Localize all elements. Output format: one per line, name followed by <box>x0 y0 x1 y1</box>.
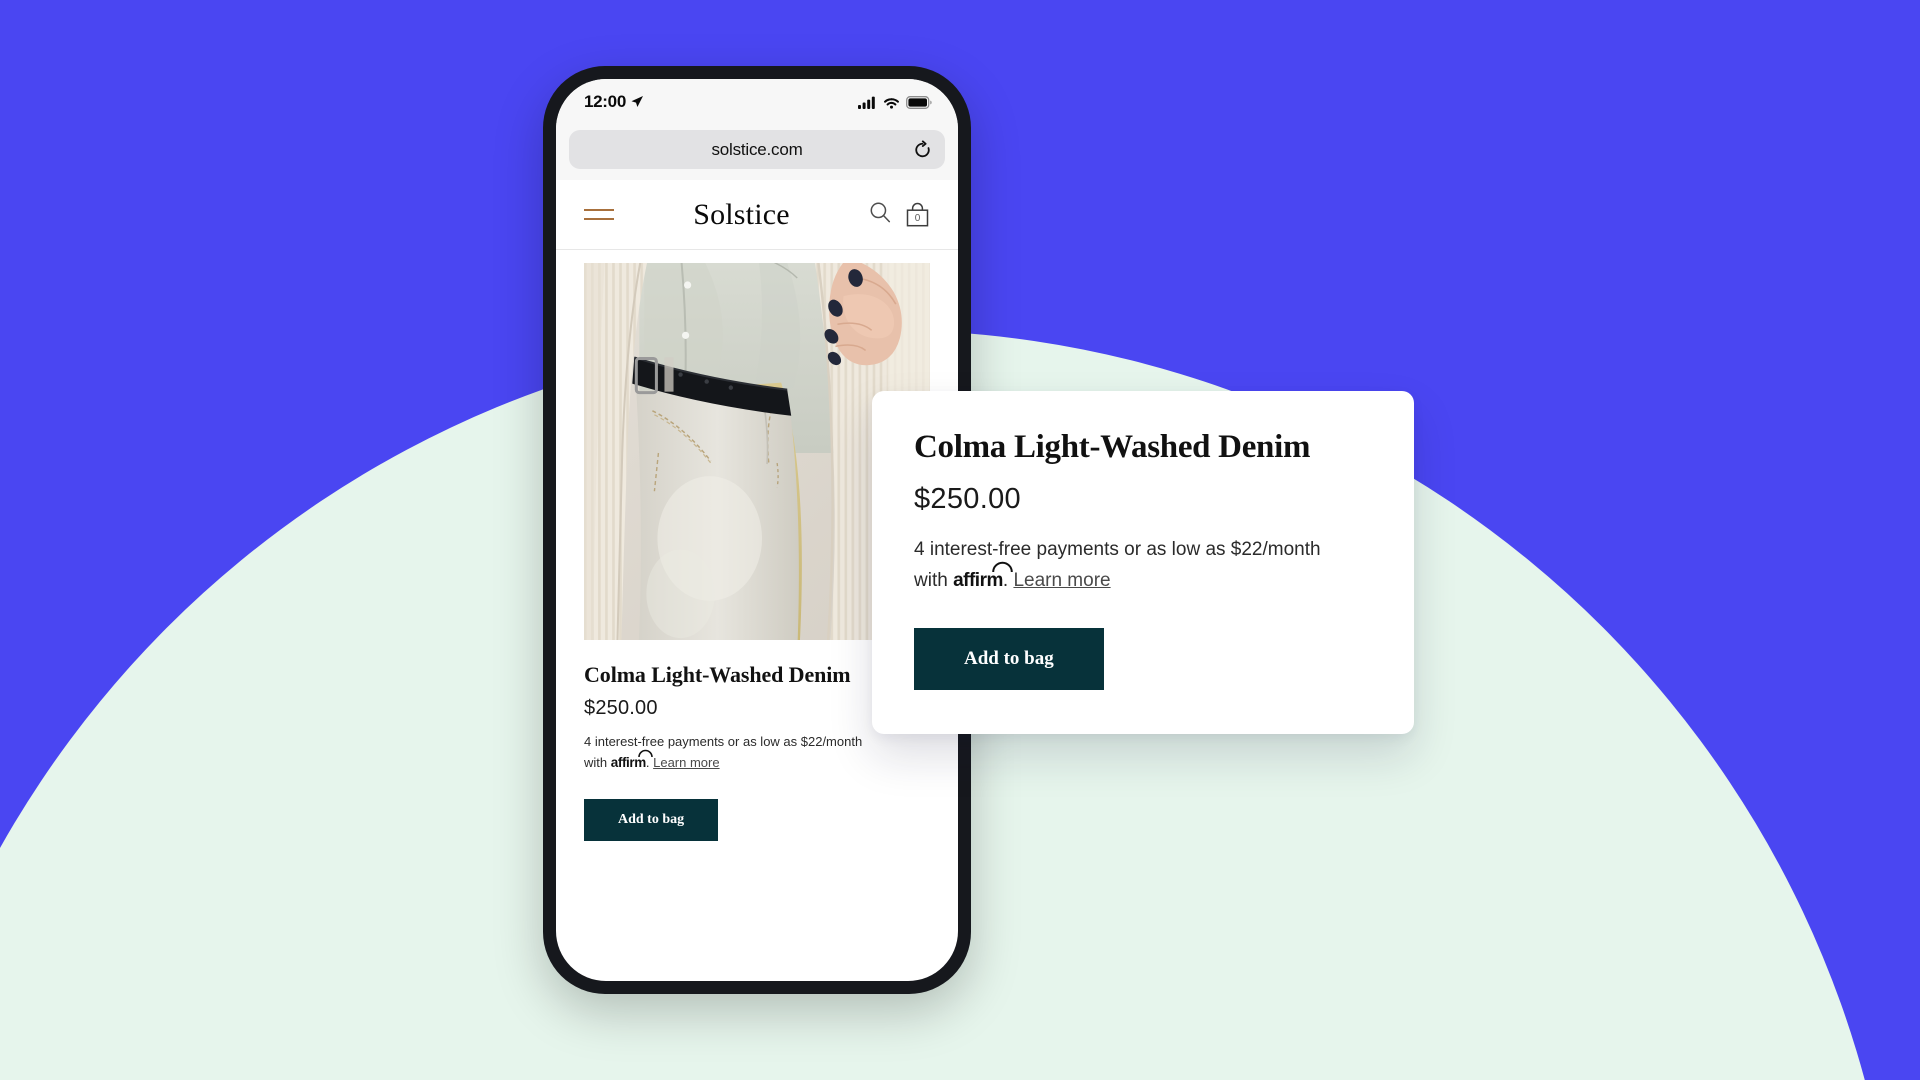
card-affirm-period: . <box>1002 569 1009 591</box>
card-affirm-wordmark: affirm <box>953 569 1003 591</box>
card-learn-more-link[interactable]: Learn more <box>1013 570 1110 591</box>
affirm-terms-line: 4 interest-free payments or as low as $2… <box>584 734 863 749</box>
add-to-bag-button[interactable]: Add to bag <box>584 798 719 841</box>
location-arrow-icon <box>631 96 643 107</box>
affirm-logo: affirm <box>611 750 653 774</box>
card-affirm-with-label: with <box>914 569 948 591</box>
wifi-icon <box>884 97 899 109</box>
learn-more-link[interactable]: Learn more <box>653 755 719 770</box>
affirm-arc-icon <box>638 750 653 758</box>
card-add-to-bag-button[interactable]: Add to bag <box>914 627 1104 690</box>
status-indicators <box>858 95 932 109</box>
hamburger-menu-icon[interactable] <box>584 209 614 220</box>
product-detail-card: Colma Light-Washed Denim $250.00 4 inter… <box>872 391 1414 734</box>
page-canvas: 12:00 solstice.com Solstice 0 Colma Ligh… <box>0 0 1920 1080</box>
brand-logo[interactable]: Solstice <box>693 198 790 232</box>
card-affirm-terms-line: 4 interest-free payments or as low as $2… <box>914 539 1321 560</box>
bag-item-count: 0 <box>914 213 921 224</box>
card-product-price: $250.00 <box>914 483 1021 515</box>
url-bar[interactable]: solstice.com <box>569 130 945 169</box>
status-bar: 12:00 <box>556 79 958 125</box>
site-header: Solstice 0 <box>556 180 958 250</box>
card-affirm-logo: affirm <box>953 561 1013 597</box>
reload-icon[interactable] <box>913 140 932 159</box>
card-affirm-message: 4 interest-free payments or as low as $2… <box>914 535 1372 597</box>
browser-toolbar: solstice.com <box>556 125 958 180</box>
battery-full-icon <box>906 95 932 109</box>
cellular-signal-icon <box>858 96 875 109</box>
affirm-message: 4 interest-free payments or as low as $2… <box>584 731 930 775</box>
header-icons: 0 <box>869 201 929 228</box>
card-affirm-arc-icon <box>992 561 1013 572</box>
status-time: 12:00 <box>584 92 644 112</box>
shopping-bag-icon[interactable]: 0 <box>906 202 929 227</box>
status-time-label: 12:00 <box>584 92 626 111</box>
affirm-with-label: with <box>584 755 608 771</box>
search-icon[interactable] <box>869 201 891 228</box>
url-text: solstice.com <box>711 139 803 159</box>
card-product-title: Colma Light-Washed Denim <box>914 429 1311 465</box>
